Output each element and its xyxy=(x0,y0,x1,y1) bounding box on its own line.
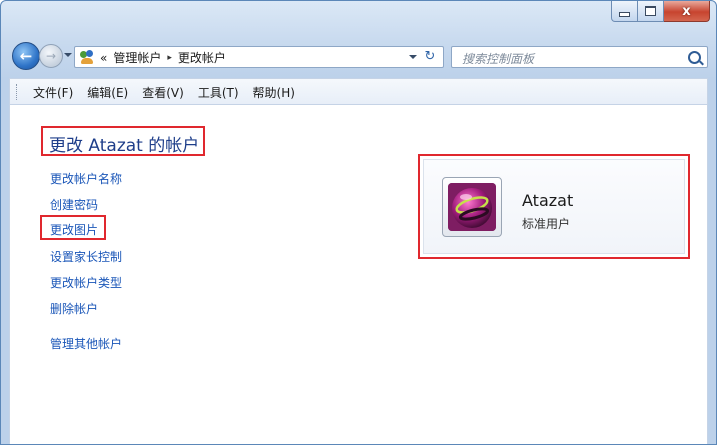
user-accounts-icon xyxy=(79,49,95,65)
task-link-rename-account[interactable]: 更改帐户名称 xyxy=(50,170,122,187)
search-placeholder: 搜索控制面板 xyxy=(462,52,535,66)
task-link-parental-controls[interactable]: 设置家长控制 xyxy=(50,248,122,265)
breadcrumb-separator-icon[interactable]: ▸ xyxy=(167,53,172,63)
close-icon: x xyxy=(682,3,691,19)
menu-grip xyxy=(16,84,20,100)
task-link-delete-account[interactable]: 删除帐户 xyxy=(50,300,98,317)
back-arrow-icon: ← xyxy=(19,47,33,65)
maximize-icon xyxy=(645,6,656,16)
breadcrumb: « 管理帐户 ▸ 更改帐户 xyxy=(100,49,226,66)
menu-file[interactable]: 文件(F) xyxy=(26,84,80,101)
menu-edit[interactable]: 编辑(E) xyxy=(80,84,135,101)
refresh-button[interactable]: ↻ xyxy=(421,48,439,66)
breadcrumb-overflow[interactable]: « xyxy=(100,51,107,65)
address-dropdown-icon[interactable] xyxy=(409,55,417,59)
avatar-frame xyxy=(442,177,502,237)
menu-tools[interactable]: 工具(T) xyxy=(191,84,246,101)
task-link-create-password[interactable]: 创建密码 xyxy=(50,196,98,213)
close-button[interactable]: x xyxy=(664,1,710,22)
menu-view[interactable]: 查看(V) xyxy=(135,84,191,101)
search-box[interactable]: 搜索控制面板 xyxy=(451,46,708,68)
forward-button[interactable]: → xyxy=(39,44,63,68)
navigation-bar: ← → « 管理帐户 ▸ 更改帐户 ↻ 搜索控制面板 xyxy=(1,34,716,78)
breadcrumb-item-change-account[interactable]: 更改帐户 xyxy=(178,49,226,66)
menu-bar: 文件(F) 编辑(E) 查看(V) 工具(T) 帮助(H) xyxy=(9,78,708,105)
user-picture-icon xyxy=(448,183,496,231)
menu-help[interactable]: 帮助(H) xyxy=(246,84,302,101)
back-button[interactable]: ← xyxy=(12,42,40,70)
search-icon[interactable] xyxy=(688,51,701,64)
task-link-manage-other-accounts[interactable]: 管理其他帐户 xyxy=(50,335,122,352)
maximize-button[interactable] xyxy=(638,1,664,22)
minimize-button[interactable] xyxy=(611,1,638,22)
account-type: 标准用户 xyxy=(522,217,571,231)
forward-arrow-icon: → xyxy=(45,49,57,63)
breadcrumb-item-manage-accounts[interactable]: 管理帐户 xyxy=(113,49,161,66)
highlight-box-change-picture xyxy=(40,215,106,240)
highlight-box-title xyxy=(41,126,205,156)
recent-pages-dropdown-icon[interactable] xyxy=(64,53,72,57)
account-card-panel: Atazat 标准用户 xyxy=(423,159,685,254)
minimize-icon xyxy=(619,11,630,17)
address-bar[interactable]: « 管理帐户 ▸ 更改帐户 ↻ xyxy=(74,46,444,68)
account-name: Atazat xyxy=(522,191,574,210)
caption-buttons: x xyxy=(611,1,710,23)
title-bar: x xyxy=(1,1,716,34)
account-card: Atazat 标准用户 xyxy=(418,154,690,259)
task-link-change-account-type[interactable]: 更改帐户类型 xyxy=(50,274,122,291)
refresh-icon: ↻ xyxy=(424,49,436,64)
